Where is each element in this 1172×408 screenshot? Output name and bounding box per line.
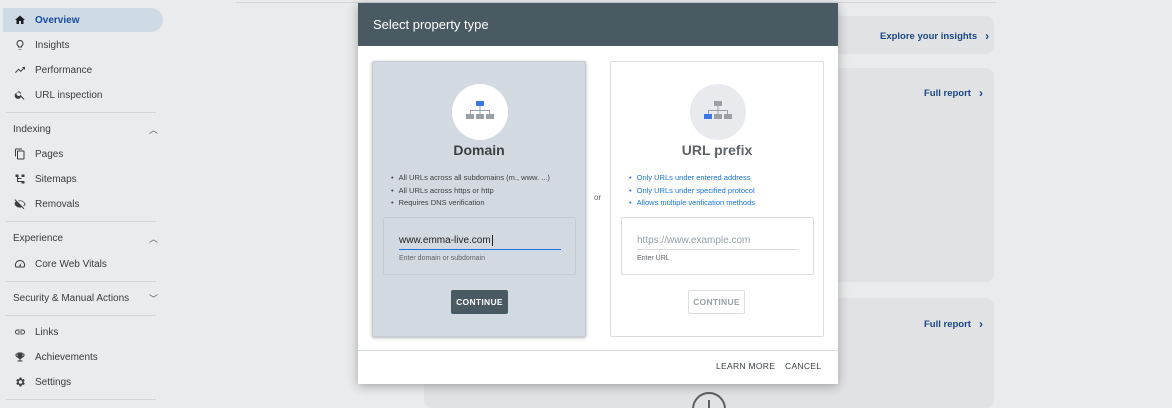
list-item: Only URLs under specified protocol bbox=[629, 185, 755, 198]
list-item: All URLs across all subdomains (m., www.… bbox=[391, 172, 550, 185]
url-prefix-bullets: Only URLs under entered address Only URL… bbox=[629, 172, 755, 210]
domain-input[interactable]: www.emma-live.com bbox=[399, 232, 561, 250]
or-label: or bbox=[594, 193, 602, 202]
url-prefix-option-panel[interactable]: URL prefix Only URLs under entered addre… bbox=[610, 61, 824, 337]
domain-input-box: www.emma-live.com Enter domain or subdom… bbox=[383, 217, 576, 275]
cancel-button[interactable]: CANCEL bbox=[785, 361, 821, 371]
url-prefix-input[interactable]: https://www.example.com bbox=[637, 232, 799, 250]
dialog-footer-divider bbox=[358, 350, 838, 351]
url-prefix-input-placeholder: https://www.example.com bbox=[637, 235, 751, 246]
list-item: Only URLs under entered address bbox=[629, 172, 755, 185]
list-item: All URLs across https or http bbox=[391, 185, 550, 198]
select-property-dialog: Select property type Domain All URLs acr… bbox=[358, 3, 838, 384]
text-cursor bbox=[491, 235, 493, 246]
domain-option-panel[interactable]: Domain All URLs across all subdomains (m… bbox=[372, 61, 586, 337]
domain-input-help: Enter domain or subdomain bbox=[399, 255, 485, 262]
list-item: Requires DNS verification bbox=[391, 197, 550, 210]
url-prefix-continue-button[interactable]: CONTINUE bbox=[688, 290, 745, 314]
domain-input-value: www.emma-live.com bbox=[399, 235, 491, 246]
url-prefix-input-box: https://www.example.com Enter URL bbox=[621, 217, 814, 275]
dialog-title: Select property type bbox=[373, 17, 489, 32]
dialog-header: Select property type bbox=[358, 3, 838, 46]
url-prefix-title: URL prefix bbox=[681, 142, 753, 158]
domain-bullets: All URLs across all subdomains (m., www.… bbox=[391, 172, 550, 210]
domain-sitemap-icon bbox=[452, 84, 508, 140]
learn-more-button[interactable]: LEARN MORE bbox=[716, 361, 775, 371]
url-prefix-sitemap-icon bbox=[690, 84, 746, 140]
domain-continue-button[interactable]: CONTINUE bbox=[451, 290, 508, 314]
url-prefix-input-help: Enter URL bbox=[637, 255, 670, 262]
list-item: Allows multiple verification methods bbox=[629, 197, 755, 210]
domain-title: Domain bbox=[453, 142, 505, 158]
